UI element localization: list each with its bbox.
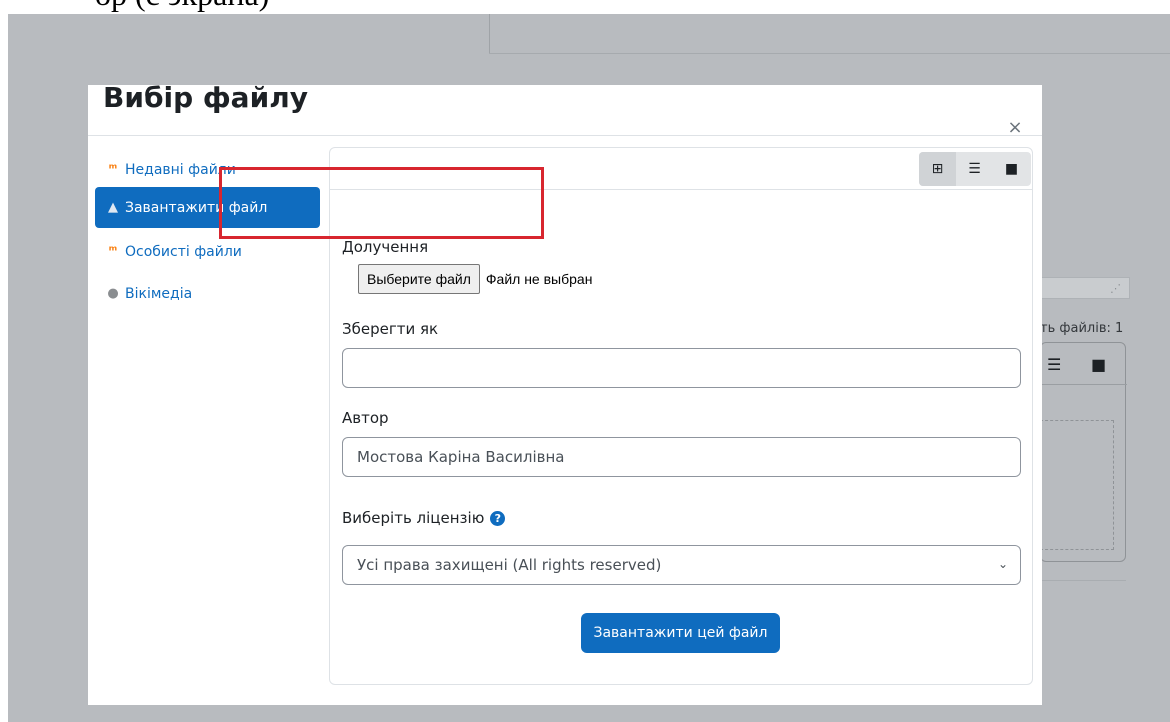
icons-view-icon[interactable]: ⊞ (919, 152, 956, 186)
save-as-input[interactable] (342, 348, 1021, 388)
license-label-text: Виберіть ліцензію (342, 509, 485, 527)
license-select[interactable]: Усі права захищені (All rights reserved)… (342, 545, 1021, 585)
help-icon[interactable]: ? (490, 511, 506, 526)
dialog-header-divider (88, 135, 1042, 136)
dialog-title: Вибір файлу (103, 81, 308, 114)
license-label: Виберіть ліцензію? (342, 509, 506, 527)
save-as-label: Зберегти як (342, 320, 439, 338)
backdrop-dropzone (1040, 420, 1114, 550)
backdrop-divider (489, 14, 490, 54)
highlight-box (219, 167, 544, 239)
resize-handle-icon: ⋰ (1110, 282, 1121, 295)
author-label: Автор (342, 409, 389, 427)
backdrop-file-count: ть файлів: 1 (1040, 321, 1124, 336)
upload-file-button[interactable]: Завантажити цей файл (581, 613, 780, 653)
list-view-icon: ☰ (1047, 355, 1062, 374)
wikimedia-icon: ● (107, 285, 119, 301)
file-input: Выберите файл Файл не выбран (358, 264, 592, 294)
folder-icon: ■ (1091, 355, 1107, 374)
license-select-value: Усі права захищені (All rights reserved) (357, 556, 662, 574)
backdrop-filemanager-toolbar: ☰ ■ (1041, 343, 1127, 385)
attachment-label: Долучення (342, 238, 429, 256)
moodle-icon: ᵐ (108, 243, 118, 259)
backdrop-divider (489, 53, 1170, 54)
choose-file-button[interactable]: Выберите файл (358, 264, 480, 294)
sidebar-item-label: Особисті файли (125, 243, 242, 260)
chevron-down-icon: ⌄ (997, 557, 1008, 571)
view-switcher: ⊞ ☰ ■ (919, 152, 1031, 186)
list-view-icon[interactable]: ☰ (956, 152, 993, 186)
author-input[interactable]: Мостова Каріна Василівна (342, 437, 1021, 477)
backdrop-divider (1040, 580, 1126, 581)
moodle-icon: ᵐ (108, 161, 118, 177)
upload-icon: ▲ (108, 199, 118, 215)
file-status-text: Файл не выбран (485, 271, 593, 287)
page-heading-fragment-text: ор (с экрана) (95, 0, 269, 13)
page-heading-fragment: ор (с экрана) (0, 0, 1170, 14)
sidebar-item-label: Вікімедіа (125, 285, 193, 302)
sidebar-item-wikimedia[interactable]: ● Вікімедіа (95, 273, 320, 314)
tree-view-icon[interactable]: ■ (993, 152, 1030, 186)
